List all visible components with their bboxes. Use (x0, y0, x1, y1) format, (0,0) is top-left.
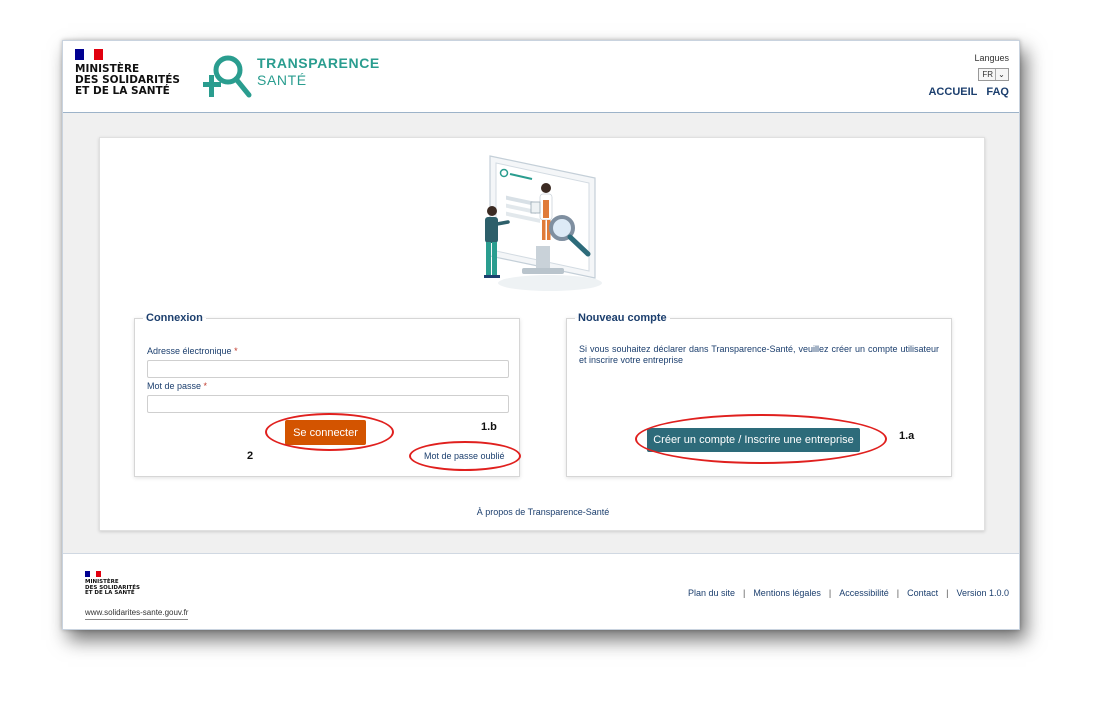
ministry-line-3: ET DE LA SANTÉ (75, 85, 170, 97)
top-navigation: ACCUEIL FAQ (928, 86, 1009, 98)
language-label: Langues (974, 53, 1009, 63)
footer-site-link[interactable]: www.solidarites-sante.gouv.fr (85, 608, 189, 620)
login-fieldset: Connexion Adresse électronique * Mot de … (134, 312, 521, 477)
french-flag-icon (75, 49, 103, 60)
annotation-step-2: 2 (247, 450, 254, 462)
language-value: FR (982, 70, 993, 79)
nav-home-link[interactable]: ACCUEIL (928, 86, 977, 98)
footer-ministry-name: MINISTÈRE DES SOLIDARITÉS ET DE LA SANTÉ (85, 579, 140, 597)
new-account-fieldset: Nouveau compte Si vous souhaitez déclare… (566, 312, 952, 477)
chevron-down-icon: ⌄ (995, 69, 1007, 80)
french-flag-icon (85, 571, 101, 577)
site-footer: MINISTÈRE DES SOLIDARITÉS ET DE LA SANTÉ… (63, 553, 1019, 629)
footer-separator: | (828, 588, 832, 598)
nav-faq-link[interactable]: FAQ (986, 86, 1009, 98)
new-account-description: Si vous souhaitez déclarer dans Transpar… (579, 344, 939, 365)
create-account-button[interactable]: Créer un compte / Inscrire une entrepris… (647, 428, 860, 452)
password-label-text: Mot de passe (147, 381, 202, 391)
browser-page: MINISTÈRE DES SOLIDARITÉS ET DE LA SANTÉ… (62, 40, 1020, 630)
footer-separator: | (946, 588, 949, 598)
logo-title-line-2: SANTÉ (257, 72, 307, 88)
new-account-legend: Nouveau compte (578, 312, 667, 324)
footer-links: Plan du site | Mentions légales | Access… (688, 588, 1009, 598)
required-mark: * (203, 381, 208, 391)
about-link: À propos de Transparence-Santé (100, 507, 986, 517)
footer-separator: | (742, 588, 746, 598)
forgot-password-link[interactable]: Mot de passe oublié (424, 451, 505, 461)
footer-link-contact[interactable]: Contact (907, 588, 938, 598)
footer-ministry-line-3: ET DE LA SANTÉ (85, 590, 135, 597)
magnifier-cross-logo-icon (203, 55, 252, 98)
logo-title-line-1: TRANSPARENCE (257, 55, 380, 71)
footer-link-accessibility[interactable]: Accessibilité (839, 588, 889, 598)
ministry-name: MINISTÈRE DES SOLIDARITÉS ET DE LA SANTÉ (75, 64, 180, 97)
footer-link-legal[interactable]: Mentions légales (753, 588, 821, 598)
email-label-text: Adresse électronique (147, 346, 232, 356)
illustration-doctor-screen-icon (484, 155, 602, 291)
site-header: MINISTÈRE DES SOLIDARITÉS ET DE LA SANTÉ… (63, 41, 1019, 113)
about-link-text[interactable]: À propos de Transparence-Santé (477, 507, 610, 517)
transparence-sante-logo[interactable]: TRANSPARENCE SANTÉ (203, 53, 403, 103)
email-input[interactable] (147, 360, 509, 378)
annotation-step-1a: 1.a (899, 430, 915, 442)
footer-link-sitemap[interactable]: Plan du site (688, 588, 735, 598)
annotation-step-1b: 1.b (481, 421, 497, 433)
required-mark: * (234, 346, 238, 356)
password-input[interactable] (147, 395, 509, 413)
home-card: Connexion Adresse électronique * Mot de … (99, 137, 985, 531)
login-legend: Connexion (146, 312, 203, 324)
main-content: Connexion Adresse électronique * Mot de … (63, 113, 1019, 553)
footer-separator: | (896, 588, 900, 598)
email-label: Adresse électronique * (147, 346, 238, 356)
password-label: Mot de passe * (147, 381, 207, 391)
footer-version: Version 1.0.0 (956, 588, 1009, 598)
language-select[interactable]: FR ⌄ (978, 68, 1009, 81)
login-button[interactable]: Se connecter (285, 420, 366, 445)
